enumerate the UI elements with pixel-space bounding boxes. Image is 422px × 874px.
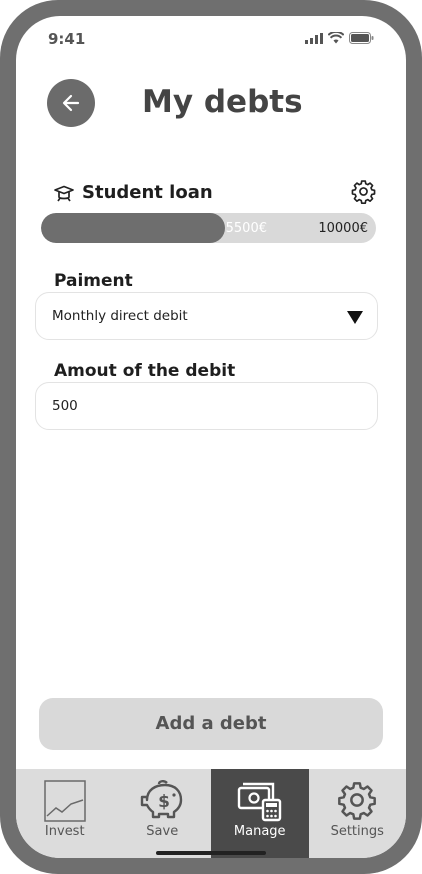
tab-manage[interactable]: Manage	[211, 769, 309, 858]
debt-total-amount: 10000€	[318, 221, 368, 236]
caret-down-icon	[347, 311, 363, 324]
add-debt-label: Add a debt	[155, 713, 267, 734]
battery-icon	[349, 32, 374, 44]
debt-progress-bar: 5500€ 10000€	[41, 213, 376, 243]
screen: 9:41 My debts Student loan 5500€ 10000€ …	[16, 16, 406, 858]
tab-save[interactable]: $ Save	[114, 769, 212, 858]
payment-select[interactable]: Monthly direct debit	[35, 292, 378, 340]
money-calculator-icon	[237, 782, 281, 822]
add-debt-button[interactable]: Add a debt	[39, 698, 383, 750]
amount-input[interactable]: 500	[35, 382, 378, 430]
tab-invest[interactable]: Invest	[16, 769, 114, 858]
debt-current-amount: 5500€	[225, 221, 267, 236]
back-button[interactable]	[47, 79, 95, 127]
debt-settings-gear-icon[interactable]	[351, 179, 376, 204]
gear-icon	[338, 782, 377, 820]
home-indicator	[156, 851, 266, 855]
arrow-left-icon	[62, 94, 80, 112]
debt-progress-fill	[41, 213, 226, 243]
status-icons	[305, 32, 374, 44]
graduation-cap-icon	[54, 185, 74, 202]
tab-label: Manage	[233, 824, 286, 839]
tab-settings[interactable]: Settings	[309, 769, 407, 858]
page-title: My debts	[142, 84, 303, 120]
signal-icon	[305, 32, 323, 44]
chart-icon	[44, 780, 86, 822]
tab-label: Settings	[330, 824, 384, 839]
tab-label: Save	[146, 824, 179, 839]
tab-label: Invest	[44, 824, 85, 839]
status-time: 9:41	[48, 30, 86, 48]
phone-frame: 9:41 My debts Student loan 5500€ 10000€ …	[0, 0, 422, 874]
amount-value: 500	[52, 398, 78, 414]
wifi-icon	[328, 32, 344, 44]
payment-selected-value: Monthly direct debit	[52, 308, 188, 324]
svg-text:$: $	[158, 792, 170, 812]
payment-label: Paiment	[54, 271, 133, 291]
amount-label: Amout of the debit	[54, 361, 236, 381]
piggy-bank-icon: $	[141, 780, 183, 819]
debt-name: Student loan	[82, 182, 213, 203]
tab-bar: Invest $ Save Manage Settings	[16, 769, 406, 858]
debt-item: Student loan	[54, 179, 376, 209]
